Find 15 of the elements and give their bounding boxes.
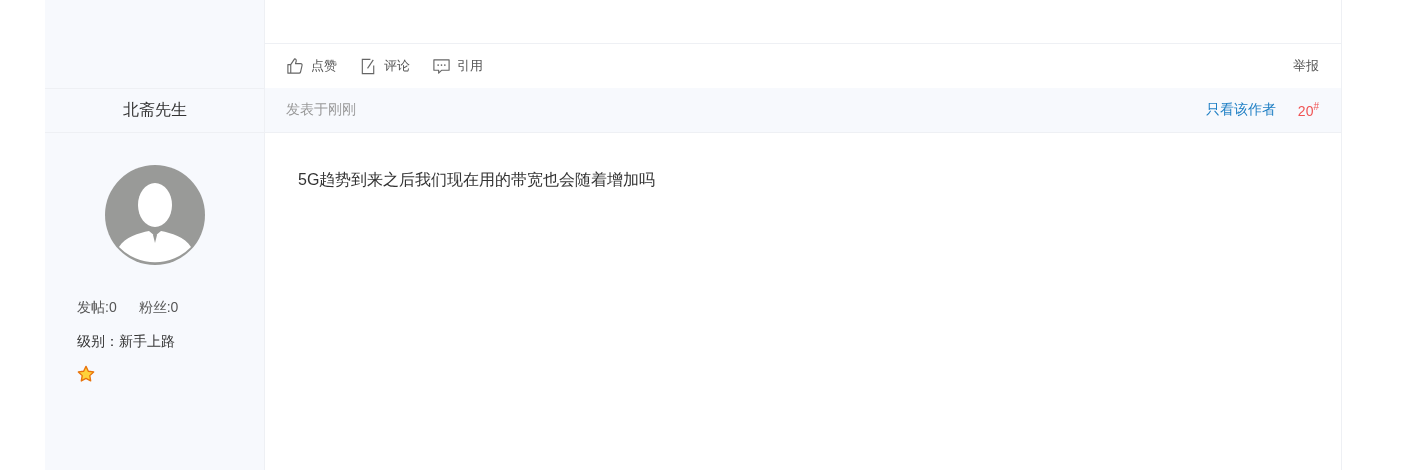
user-level: 级别：新手上路 (77, 333, 176, 351)
thumbs-up-icon (286, 56, 305, 76)
floor-number: 20$^{#}$ (1297, 101, 1319, 119)
user-stat: 粉丝:0 (138, 299, 179, 317)
only-author-link[interactable]: 只看该作者 (1205, 101, 1276, 119)
quote-button[interactable]: 引用 (432, 56, 483, 76)
report-link[interactable]: 举报 (1293, 57, 1319, 75)
star-icon (77, 365, 95, 383)
user-stat: 发帖:0 (77, 299, 117, 317)
comment-button[interactable]: 评论 (359, 56, 410, 76)
post-time: 发表于刚刚 (286, 101, 356, 119)
like-button[interactable]: 点赞 (286, 56, 337, 76)
author-name: 北斋先生 (122, 100, 187, 120)
comment-icon (432, 56, 451, 76)
post-text: 5G趋势到来之后我们现在用的带宽也会随着增加吗 (298, 171, 656, 188)
